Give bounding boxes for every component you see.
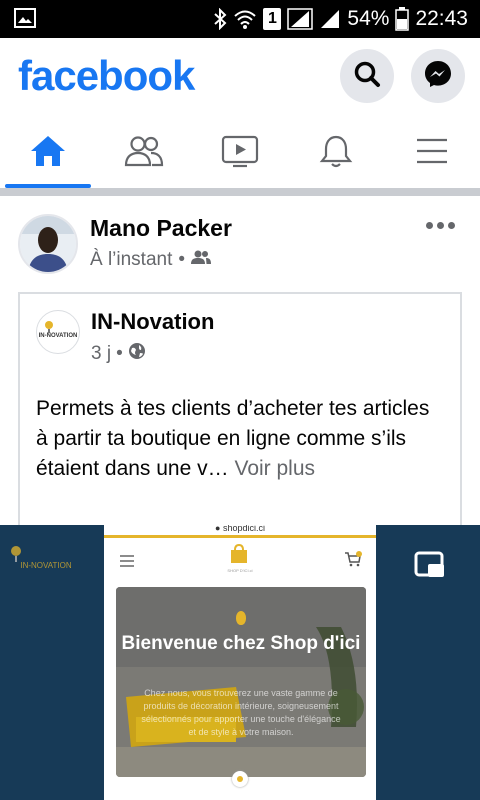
menu-icon [415,136,449,171]
slider-dot-inner [237,776,243,782]
status-icons: 1 54% 22:43 [213,0,468,38]
post-meta: À l’instant • [90,249,212,271]
separator-dot: • [178,249,186,270]
video-icon [221,134,259,173]
site-nav: SHOP D'ICI.ci [104,540,376,580]
picture-in-picture-icon [414,551,446,585]
messenger-button[interactable] [411,49,465,103]
clock: 22:43 [415,7,468,30]
sim-icon: 1 [263,8,282,30]
hero-dot-icon [236,611,246,625]
page-meta: 3 j • [91,342,146,366]
page-logo[interactable]: IN-NOVATION [36,310,80,354]
post-text: Permets à tes clients d’acheter tes arti… [36,394,446,484]
search-icon [353,60,381,93]
slider-dot [232,771,248,787]
site-logo-text: SHOP D'ICI.ci [227,568,253,573]
cart-icon [344,550,362,573]
tab-watch[interactable] [192,118,288,188]
shop-bag-icon [230,543,248,569]
dot [437,221,444,229]
avatar[interactable] [18,214,78,274]
post-author[interactable]: Mano Packer [90,215,232,242]
image-icon [14,8,36,28]
home-icon [29,134,67,173]
hero-subtitle: Chez nous, vous trouverez une vaste gamm… [141,688,341,737]
wifi-icon [233,8,257,30]
dot [448,221,455,229]
see-more-link[interactable]: Voir plus [234,457,315,480]
hero-banner: Bienvenue chez Shop d'ici Chez nous, vou… [116,587,366,777]
search-button[interactable] [340,49,394,103]
tab-notifications[interactable] [288,118,384,188]
hero-title: Bienvenue chez Shop d'ici [121,633,361,654]
watermark-logo: IN-NOVATION [6,537,76,577]
tab-home[interactable] [0,118,96,188]
shared-post[interactable]: IN-NOVATION IN-Novation 3 j • Permets à … [18,292,462,532]
video-player[interactable]: IN-NOVATION ● shopdici.ci SHOP D'ICI.ci [0,525,480,800]
post-body: Permets à tes clients d’acheter tes arti… [36,397,430,480]
app-header: facebook [0,38,480,118]
accent-bar [104,535,376,538]
divider [0,188,480,196]
friends-icon [191,249,212,271]
globe-icon [128,342,146,366]
svg-text:IN-NOVATION: IN-NOVATION [39,333,78,339]
signal-icon [287,8,314,30]
signal-icon-2 [319,8,341,30]
picture-in-picture-button[interactable] [414,549,446,581]
tab-bar [0,118,480,188]
tab-friends[interactable] [96,118,192,188]
bell-icon [318,133,354,174]
site-url: shopdici.ci [222,525,265,533]
more-options-button[interactable] [426,218,456,232]
shared-post-time[interactable]: 3 j [91,343,111,365]
tab-menu[interactable] [384,118,480,188]
page-name[interactable]: IN-Novation [91,309,214,335]
dot [426,221,433,229]
website-preview: ● shopdici.ci SHOP D'ICI.ci Bienvenue ch… [104,525,376,800]
svg-text:IN-NOVATION: IN-NOVATION [20,561,71,570]
separator-dot: • [116,343,123,364]
status-bar: 1 54% 22:43 [0,0,480,38]
feed-post: Mano Packer À l’instant • IN-NOVATION IN… [0,196,480,532]
battery-icon [395,7,410,31]
friends-icon [124,134,164,173]
messenger-icon [423,59,453,94]
post-time[interactable]: À l’instant [90,249,172,271]
battery-percent: 54% [347,7,390,30]
facebook-logo[interactable]: facebook [18,52,195,100]
bluetooth-icon [213,8,227,30]
